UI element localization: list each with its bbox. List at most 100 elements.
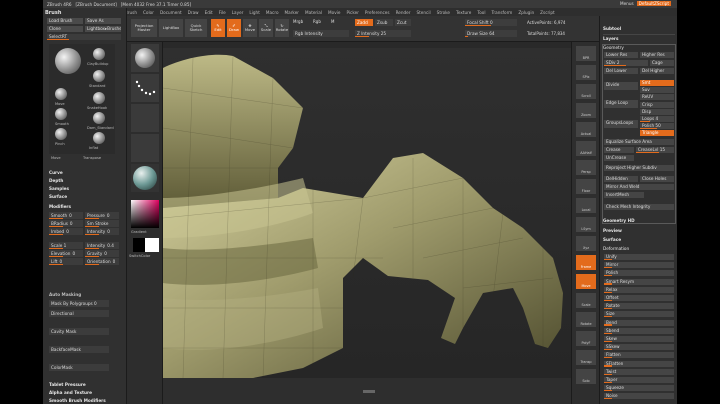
menu-edit[interactable]: Edit bbox=[205, 10, 213, 15]
projection-master-button[interactable]: Projection Master bbox=[131, 19, 157, 37]
menu-render[interactable]: Render bbox=[396, 10, 411, 15]
mirror-weld-button[interactable]: Mirror And Weld bbox=[604, 184, 674, 190]
zadd-toggle[interactable]: Zadd bbox=[355, 19, 373, 26]
menu-material[interactable]: Material bbox=[305, 10, 322, 15]
deform-unify-slider[interactable]: Unify bbox=[604, 254, 674, 260]
lightbox-brushes-button[interactable]: Lightbox▸Brushes bbox=[85, 26, 121, 32]
brush-thumb-move[interactable] bbox=[55, 88, 67, 100]
secondary-color-swatch[interactable] bbox=[145, 238, 159, 252]
groups-loops-button[interactable]: GroupsLoops bbox=[604, 120, 638, 128]
brush-thumb-standard[interactable] bbox=[93, 70, 105, 82]
transp-button[interactable]: Transp bbox=[576, 350, 596, 365]
polish-slider[interactable]: Polish 50 bbox=[640, 123, 674, 129]
draw-size-slider[interactable]: Draw Size 64 bbox=[465, 30, 517, 37]
insert-mesh-button[interactable]: InsertMesh bbox=[604, 192, 644, 198]
deform-flatten-slider[interactable]: Flatten bbox=[604, 352, 674, 359]
higher-res-button[interactable]: Higher Res bbox=[640, 52, 674, 58]
spix-button[interactable]: SPix bbox=[576, 65, 596, 80]
m-toggle[interactable]: M bbox=[331, 19, 334, 24]
alpha-texture-section[interactable]: Alpha and Texture bbox=[49, 390, 92, 395]
color-mask[interactable]: ColorMask bbox=[49, 364, 109, 371]
menu-document[interactable]: Document bbox=[160, 10, 182, 15]
menu-texture[interactable]: Texture bbox=[456, 10, 471, 15]
modifier-imbed-slider[interactable]: Imbed 0 bbox=[49, 228, 83, 235]
deform-noise-slider[interactable]: Noise bbox=[604, 393, 674, 400]
zsub-toggle[interactable]: Zsub bbox=[375, 19, 393, 26]
lsym-button[interactable]: LSym bbox=[576, 217, 596, 232]
modifier-lift-slider[interactable]: Lift 0 bbox=[49, 258, 83, 265]
texture-swatch[interactable] bbox=[131, 134, 159, 162]
loops-slider[interactable]: Loops 4 bbox=[640, 116, 674, 122]
menu-layer[interactable]: Layer bbox=[232, 10, 244, 15]
cage-button[interactable]: Cage bbox=[650, 60, 674, 66]
save-as-button[interactable]: Save As bbox=[85, 18, 121, 24]
modifier-gravity-slider[interactable]: Gravity 0 bbox=[85, 250, 119, 257]
modifier-orientation-slider[interactable]: Orientation 0 bbox=[85, 258, 119, 265]
menu-zplugin[interactable]: Zplugin bbox=[518, 10, 534, 15]
rgb-intensity-slider[interactable]: Rgb Intensity bbox=[293, 30, 349, 37]
check-mesh-button[interactable]: Check Mesh Integrity bbox=[604, 204, 674, 210]
deform-twist-slider[interactable]: Twist bbox=[604, 368, 674, 375]
brush-thumb-claybuildup[interactable] bbox=[93, 48, 105, 60]
viewport-scroll-thumb[interactable] bbox=[363, 390, 375, 393]
deform-smart-resym-slider[interactable]: Smart Resym bbox=[604, 278, 674, 285]
edit-mode-button[interactable]: ✎ Edit bbox=[211, 19, 225, 37]
cavity-mask[interactable]: Cavity Mask bbox=[49, 328, 109, 335]
geometry-hd-section[interactable]: Geometry HD bbox=[603, 218, 635, 223]
menu-zscript[interactable]: Zscript bbox=[540, 10, 555, 15]
menu-stencil[interactable]: Stencil bbox=[416, 10, 430, 15]
local-button[interactable]: Local bbox=[576, 198, 596, 213]
brush-thumb-dam-standard[interactable] bbox=[93, 112, 105, 124]
menu-light[interactable]: Light bbox=[249, 10, 259, 15]
triangle-toggle[interactable]: Triangle bbox=[640, 130, 674, 136]
suv-toggle[interactable]: Suv bbox=[640, 87, 674, 93]
equalize-surface-button[interactable]: Equalize Surface Area bbox=[604, 139, 674, 145]
crease-level-slider[interactable]: CreaseLvl 15 bbox=[636, 147, 674, 153]
deform-bend-slider[interactable]: Bend bbox=[604, 319, 674, 326]
deform-size-slider[interactable]: Size bbox=[604, 311, 674, 318]
brush-thumb-snakehook[interactable] bbox=[93, 92, 105, 104]
quick-sketch-button[interactable]: Quick Sketch bbox=[185, 19, 207, 37]
menu-transform[interactable]: Transform bbox=[491, 10, 512, 15]
layers-section[interactable]: Layers bbox=[603, 36, 619, 41]
lower-res-button[interactable]: Lower Res bbox=[604, 52, 638, 58]
focal-shift-slider[interactable]: Focal Shift 0 bbox=[465, 19, 517, 26]
modifier-scale-1-slider[interactable]: Scale 1 bbox=[49, 242, 83, 249]
z-intensity-slider[interactable]: Z Intensity 25 bbox=[355, 30, 411, 37]
curve-section[interactable]: Curve bbox=[49, 170, 63, 175]
polyf-button[interactable]: PolyF bbox=[576, 331, 596, 346]
solo-button[interactable]: Solo bbox=[576, 369, 596, 384]
depth-section[interactable]: Depth bbox=[49, 178, 63, 183]
deform-taper-slider[interactable]: Taper bbox=[604, 377, 674, 383]
sdiv-slider[interactable]: SDiv 2 bbox=[604, 60, 648, 66]
deform-mirror-slider[interactable]: Mirror bbox=[604, 262, 674, 269]
geometry-section[interactable]: Geometry bbox=[603, 45, 624, 50]
modifier-bradius-slider[interactable]: BRadius 0 bbox=[49, 220, 83, 227]
del-hidden-button[interactable]: DelHidden bbox=[604, 176, 638, 182]
brush-thumb-pinch[interactable] bbox=[55, 128, 67, 140]
document-canvas[interactable] bbox=[163, 42, 571, 378]
modifier-elevation-slider[interactable]: Elevation 0 bbox=[49, 250, 83, 257]
lightbox-button[interactable]: LightBox bbox=[159, 19, 183, 37]
floor-button[interactable]: Floor bbox=[576, 179, 596, 194]
auto-masking-section[interactable]: Auto Masking bbox=[49, 292, 81, 297]
menu-stroke[interactable]: Stroke bbox=[437, 10, 450, 15]
menu-preferences[interactable]: Preferences bbox=[365, 10, 390, 15]
menu-picker[interactable]: Picker bbox=[346, 10, 358, 15]
scale-button[interactable]: Scale bbox=[576, 293, 596, 308]
edge-loop-button[interactable]: Edge Loop bbox=[604, 100, 638, 108]
xyz-button[interactable]: Xyz bbox=[576, 236, 596, 251]
menu-draw[interactable]: Draw bbox=[188, 10, 199, 15]
scroll-button[interactable]: Scroll bbox=[576, 84, 596, 99]
menu-tool[interactable]: Tool bbox=[477, 10, 485, 15]
tablet-pressure-section[interactable]: Tablet Pressure bbox=[49, 382, 86, 387]
del-higher-button[interactable]: Del Higher bbox=[640, 68, 674, 74]
menus-tab[interactable]: Menus bbox=[620, 1, 634, 6]
mrgb-toggle[interactable]: Mrgb bbox=[293, 19, 303, 24]
material-swatch[interactable] bbox=[131, 164, 159, 192]
del-lower-button[interactable]: Del Lower bbox=[604, 68, 638, 74]
brush-thumb-smooth[interactable] bbox=[55, 108, 67, 120]
surface-section[interactable]: Surface bbox=[49, 194, 67, 199]
clone-button[interactable]: Clone bbox=[47, 26, 83, 32]
defaultzscript-tab[interactable]: DefaultZScript bbox=[636, 1, 671, 6]
